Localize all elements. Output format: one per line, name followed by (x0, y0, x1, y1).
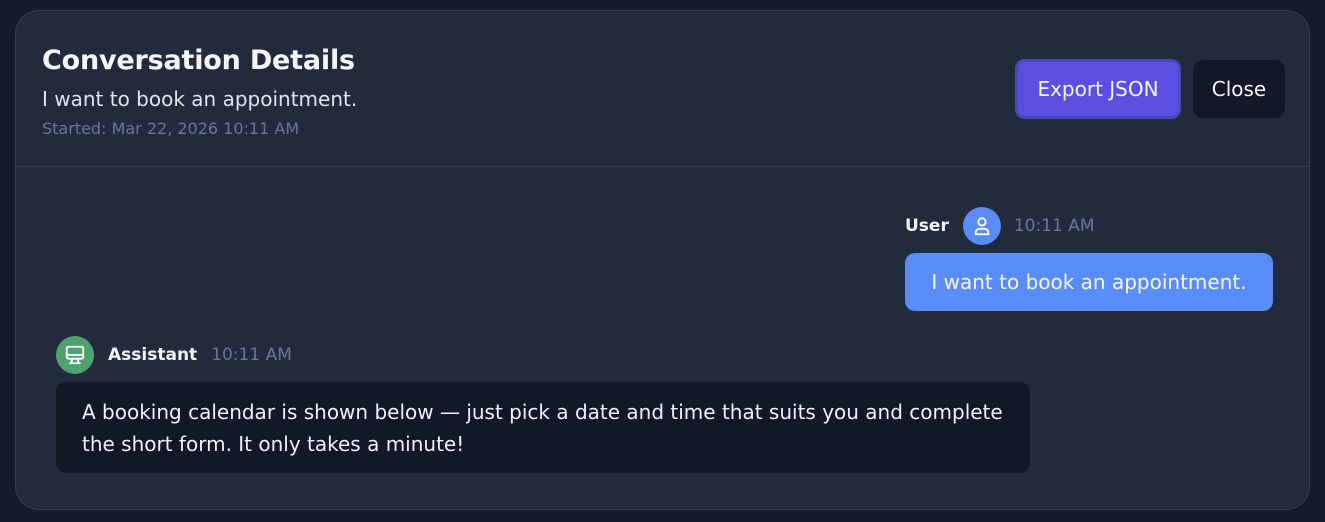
assistant-message-time: 10:11 AM (211, 345, 292, 365)
user-sender-label: User (905, 216, 949, 236)
user-message-time: 10:11 AM (1013, 216, 1095, 236)
close-button[interactable]: Close (1193, 60, 1285, 118)
export-json-button[interactable]: Export JSON (1015, 59, 1181, 119)
dialog-header: Conversation Details I want to book an a… (16, 11, 1309, 167)
user-message-meta: User 10:11 AM (905, 207, 1095, 245)
assistant-message-meta: Assistant 10:11 AM (56, 336, 292, 374)
dialog-title: Conversation Details (42, 45, 355, 76)
assistant-sender-label: Assistant (108, 345, 198, 365)
assistant-message-bubble: A booking calendar is shown below — just… (56, 382, 1030, 473)
conversation-details-dialog: Conversation Details I want to book an a… (15, 10, 1310, 510)
user-avatar (962, 207, 1001, 245)
conversation-subtitle: I want to book an appointment. (42, 87, 358, 111)
started-timestamp: Started: Mar 22, 2026 10:11 AM (42, 119, 300, 138)
user-icon (974, 217, 990, 236)
monitor-icon (65, 345, 85, 365)
user-message-bubble: I want to book an appointment. (905, 253, 1273, 311)
assistant-avatar (56, 336, 94, 374)
